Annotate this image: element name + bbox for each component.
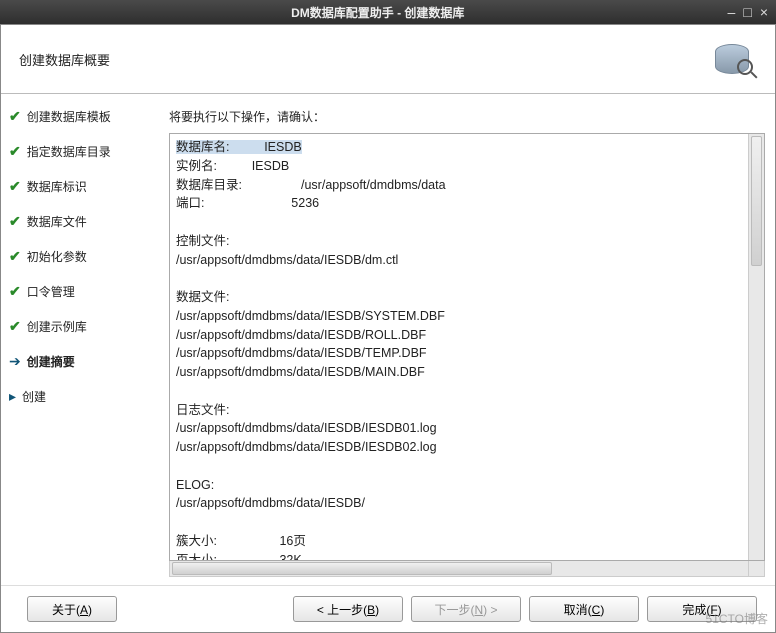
- minimize-button[interactable]: –: [728, 4, 736, 20]
- close-button[interactable]: ×: [760, 4, 768, 20]
- wizard-step[interactable]: ✔ 创建示例库: [9, 318, 161, 335]
- back-button[interactable]: < 上一步(B): [293, 596, 403, 622]
- button-bar: 关于(A) < 上一步(B) 下一步(N) > 取消(C) 完成(F): [1, 585, 775, 632]
- horizontal-scrollbar[interactable]: [169, 561, 749, 577]
- database-icon: [713, 39, 757, 79]
- window-title: DM数据库配置助手 - 创建数据库: [28, 4, 728, 21]
- check-icon: ✔: [9, 178, 21, 195]
- wizard-step[interactable]: ✔ 数据库标识: [9, 178, 161, 195]
- step-label: 口令管理: [27, 283, 75, 300]
- page-title: 创建数据库概要: [19, 50, 713, 69]
- next-button: 下一步(N) >: [411, 596, 521, 622]
- step-label: 创建数据库模板: [27, 108, 111, 125]
- dialog-header: 创建数据库概要: [1, 25, 775, 94]
- wizard-step[interactable]: ✔ 初始化参数: [9, 248, 161, 265]
- wizard-step[interactable]: ✔ 数据库文件: [9, 213, 161, 230]
- wizard-sidebar: ✔创建数据库模板✔指定数据库目录✔数据库标识✔数据库文件✔初始化参数✔口令管理✔…: [1, 94, 169, 585]
- check-icon: ✔: [9, 248, 21, 265]
- horizontal-scroll-thumb[interactable]: [172, 562, 552, 575]
- wizard-step[interactable]: ✔ 口令管理: [9, 283, 161, 300]
- step-label: 创建: [22, 388, 46, 405]
- step-label: 数据库标识: [27, 178, 87, 195]
- vertical-scrollbar[interactable]: [748, 134, 764, 560]
- step-label: 创建示例库: [27, 318, 87, 335]
- dialog: 创建数据库概要 ✔ 创建数据库模板 ✔ 指定数据库目录 ✔ 数据库标识 ✔ 数据库文件 ✔ 初始化…: [0, 24, 776, 633]
- vertical-scroll-thumb[interactable]: [751, 136, 762, 266]
- summary-textbox[interactable]: 数据库名: IESDB 实例名: IESDB 数据库目录: /usr/appso…: [169, 133, 765, 561]
- check-icon: ✔: [9, 318, 21, 335]
- finish-button[interactable]: 完成(F): [647, 596, 757, 622]
- check-icon: ✔: [9, 108, 21, 125]
- maximize-button[interactable]: □: [743, 4, 751, 20]
- step-label: 初始化参数: [27, 248, 87, 265]
- step-label: 数据库文件: [27, 213, 87, 230]
- wizard-step[interactable]: ▸ 创建: [9, 388, 161, 405]
- arrow-icon: ➔: [9, 353, 21, 370]
- wizard-step[interactable]: ✔ 指定数据库目录: [9, 143, 161, 160]
- wizard-step[interactable]: ✔ 创建数据库模板: [9, 108, 161, 125]
- summary-text[interactable]: 数据库名: IESDB 实例名: IESDB 数据库目录: /usr/appso…: [170, 134, 748, 560]
- content-area: 将要执行以下操作，请确认： 数据库名: IESDB 实例名: IESDB 数据库…: [169, 94, 775, 585]
- step-label: 指定数据库目录: [27, 143, 111, 160]
- about-button[interactable]: 关于(A): [27, 596, 117, 622]
- title-bar: DM数据库配置助手 - 创建数据库 – □ ×: [0, 0, 776, 24]
- cancel-button[interactable]: 取消(C): [529, 596, 639, 622]
- check-icon: ✔: [9, 283, 21, 300]
- scrollbar-corner: [749, 561, 765, 577]
- check-icon: ✔: [9, 143, 21, 160]
- instruction-text: 将要执行以下操作，请确认：: [169, 108, 765, 125]
- pending-icon: ▸: [9, 388, 16, 405]
- wizard-step[interactable]: ➔ 创建摘要: [9, 353, 161, 370]
- check-icon: ✔: [9, 213, 21, 230]
- step-label: 创建摘要: [27, 353, 75, 370]
